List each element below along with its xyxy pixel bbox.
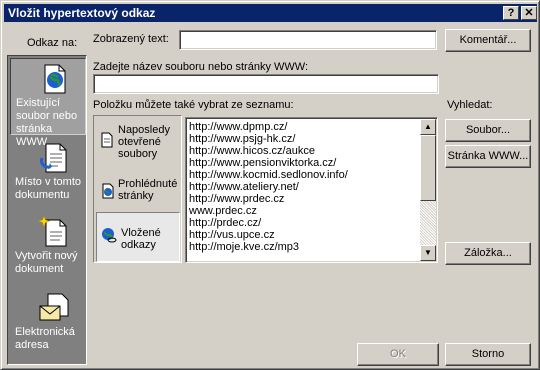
nav-item-label: soubor nebo — [16, 110, 78, 122]
category-panel: Naposledy otevřené soubory Prohlédnuté s… — [93, 115, 182, 263]
nav-item-email-address[interactable]: Elektronická adresa — [10, 288, 86, 365]
list-label: Položku můžete také vybrat ze seznamu: — [93, 99, 294, 111]
web-page-icon — [44, 64, 66, 94]
inserted-links-icon — [102, 228, 117, 243]
scroll-up-icon[interactable]: ▲ — [420, 119, 436, 135]
category-label: soubory — [118, 148, 158, 160]
nav-item-label: dokument — [15, 263, 64, 275]
category-label: Vložené — [121, 227, 161, 239]
new-document-icon — [38, 216, 67, 247]
list-item[interactable]: http://moje.kve.cz/mp3 — [186, 241, 437, 253]
scroll-down-icon[interactable]: ▼ — [420, 245, 436, 261]
cancel-button[interactable]: Storno — [445, 343, 531, 366]
nav-item-place-in-document[interactable]: Místo v tomto dokumentu — [10, 138, 86, 215]
nav-item-label: Elektronická — [15, 326, 75, 338]
nav-item-label: adresa — [15, 339, 49, 351]
email-icon — [39, 293, 69, 321]
title-bar[interactable]: Vložit hypertextový odkaz ? ✕ — [4, 4, 537, 22]
list-item[interactable]: http://www.ateliery.net/ — [186, 181, 437, 193]
list-item[interactable]: http://www.hicos.cz/aukce — [186, 145, 437, 157]
list-item[interactable]: http://vus.upce.cz — [186, 229, 437, 241]
bookmark-button[interactable]: Záložka... — [445, 242, 531, 265]
recent-files-icon — [101, 132, 113, 148]
url-list-scrollbar[interactable]: ▲ ▼ — [420, 119, 436, 261]
insert-hyperlink-dialog: Vložit hypertextový odkaz ? ✕ Odkaz na: … — [0, 0, 540, 370]
link-to-nav: Existující soubor nebo stránka WWW Místo… — [7, 55, 87, 365]
document-place-icon — [40, 143, 67, 173]
ok-button[interactable]: OK — [357, 343, 439, 366]
list-item[interactable]: http://www.pensionviktorka.cz/ — [186, 157, 437, 169]
nav-item-label: Existující — [16, 97, 61, 109]
browse-file-button[interactable]: Soubor... — [445, 119, 531, 142]
list-item[interactable]: http://www.dpmp.cz/ — [186, 121, 437, 133]
scroll-thumb[interactable] — [420, 135, 436, 201]
category-inserted-links[interactable]: Vložené odkazy — [96, 212, 180, 262]
nav-item-label: dokumentu — [15, 189, 70, 201]
window-title: Vložit hypertextový odkaz — [8, 6, 156, 20]
browse-web-button[interactable]: Stránka WWW... — [445, 145, 531, 168]
nav-item-existing-file[interactable]: Existující soubor nebo stránka WWW — [10, 58, 86, 148]
nav-item-new-document[interactable]: Vytvořit nový dokument — [10, 212, 86, 289]
browsed-pages-icon — [102, 183, 114, 199]
category-label: odkazy — [121, 239, 156, 251]
category-label: otevřené — [118, 136, 161, 148]
category-label: Prohlédnuté — [118, 178, 178, 190]
search-label: Vyhledat: — [447, 99, 493, 111]
category-recent-files[interactable]: Naposledy otevřené soubory — [96, 118, 180, 168]
address-label: Zadejte název souboru nebo stránky WWW: — [93, 61, 309, 73]
category-label: stránky — [118, 190, 154, 202]
comment-button[interactable]: Komentář... — [445, 29, 531, 52]
list-item[interactable]: www.prdec.cz — [186, 205, 437, 217]
link-to-heading: Odkaz na: — [27, 37, 78, 49]
list-item[interactable]: http://www.kocmid.sedlonov.info/ — [186, 169, 437, 181]
help-button[interactable]: ? — [503, 6, 519, 20]
display-text-label: Zobrazený text: — [93, 33, 169, 45]
list-item[interactable]: http://www.psjg-hk.cz/ — [186, 133, 437, 145]
nav-item-label: Místo v tomto — [15, 176, 82, 188]
list-item[interactable]: http://www.prdec.cz — [186, 193, 437, 205]
nav-item-label: Vytvořit nový — [15, 250, 78, 262]
list-item[interactable]: http://prdec.cz/ — [186, 217, 437, 229]
url-list[interactable]: http://www.dpmp.cz/ http://www.psjg-hk.c… — [185, 117, 438, 263]
close-button[interactable]: ✕ — [521, 6, 537, 20]
address-input[interactable] — [93, 74, 439, 94]
category-label: Naposledy — [118, 124, 170, 136]
display-text-input[interactable] — [179, 30, 437, 50]
